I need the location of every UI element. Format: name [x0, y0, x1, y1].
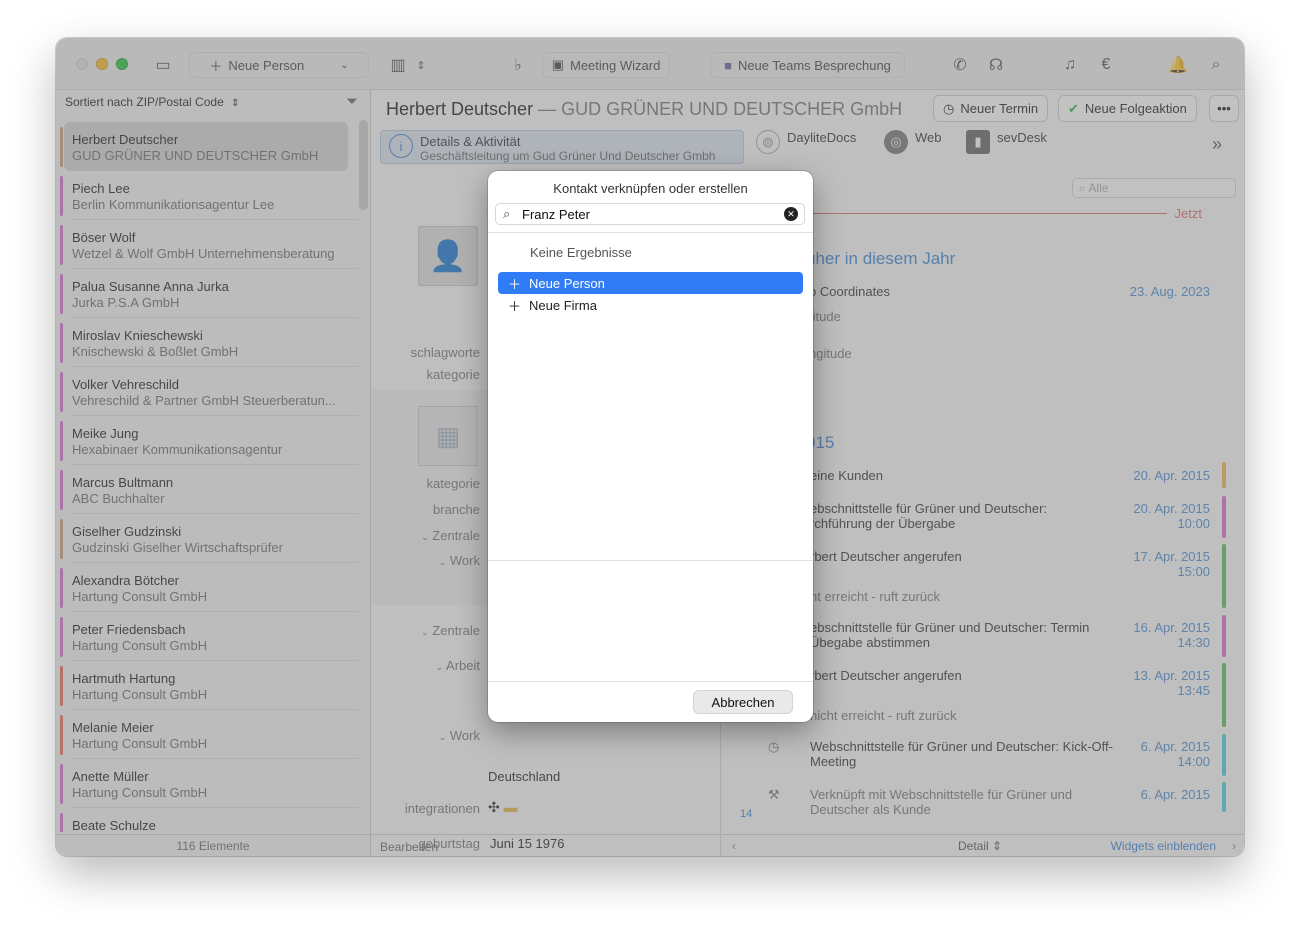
- search-field[interactable]: ⌕ ✕: [495, 203, 805, 225]
- plus-icon: ＋: [508, 276, 522, 292]
- search-icon: ⌕: [503, 206, 511, 221]
- no-results-label: Keine Ergebnisse: [530, 245, 632, 260]
- dialog-title: Kontakt verknüpfen oder erstellen: [553, 181, 748, 196]
- new-company-option[interactable]: ＋ Neue Firma: [498, 294, 803, 316]
- new-person-option[interactable]: ＋ Neue Person: [498, 272, 803, 294]
- divider: [488, 681, 813, 682]
- new-company-option-label: Neue Firma: [529, 297, 597, 313]
- plus-icon: ＋: [508, 298, 522, 314]
- cancel-button[interactable]: Abbrechen: [693, 690, 793, 714]
- divider: [488, 560, 813, 561]
- clear-search-icon[interactable]: ✕: [784, 207, 798, 221]
- new-person-option-label: Neue Person: [529, 275, 605, 291]
- search-input[interactable]: [522, 206, 772, 223]
- link-contact-dialog: Kontakt verknüpfen oder erstellen ⌕ ✕ Ke…: [488, 171, 813, 722]
- divider: [488, 232, 813, 233]
